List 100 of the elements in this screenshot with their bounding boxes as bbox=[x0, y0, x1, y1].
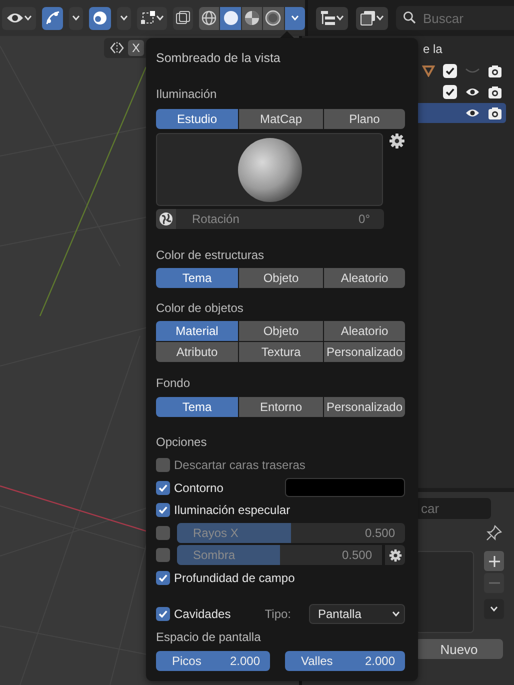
triangle-icon bbox=[422, 65, 435, 77]
caret-icon bbox=[120, 15, 128, 21]
option-label: Descartar caras traseras bbox=[174, 458, 306, 472]
collection-label: e la bbox=[423, 42, 442, 56]
shading-mode-button[interactable] bbox=[198, 6, 220, 30]
studio-light-preview[interactable] bbox=[156, 133, 384, 206]
shading-mode-button[interactable] bbox=[263, 6, 284, 30]
overlapping-squares-icon bbox=[175, 10, 192, 26]
caret-icon bbox=[392, 610, 400, 617]
rotation-slider[interactable]: Rotación 0° bbox=[156, 209, 384, 229]
gear-icon[interactable] bbox=[389, 133, 405, 149]
checkbox[interactable] bbox=[156, 548, 170, 562]
checkbox[interactable] bbox=[156, 526, 170, 540]
option-tab[interactable]: Atributo bbox=[156, 342, 238, 362]
xray-toggle[interactable] bbox=[173, 6, 193, 30]
gear-icon[interactable] bbox=[388, 548, 402, 562]
option-tab[interactable]: Objeto bbox=[239, 321, 323, 341]
eye-icon[interactable] bbox=[465, 108, 480, 118]
type-dropdown[interactable]: Pantalla bbox=[309, 604, 405, 624]
caret-icon bbox=[156, 15, 164, 21]
solid-sphere-icon bbox=[222, 10, 239, 26]
overlay-circles-icon bbox=[92, 10, 108, 26]
outliner-row[interactable] bbox=[415, 103, 506, 123]
number-field[interactable]: Valles 2.000 bbox=[285, 650, 405, 671]
tree-list-icon bbox=[320, 10, 336, 26]
curve-icon bbox=[44, 10, 61, 26]
plus-icon bbox=[488, 556, 500, 566]
section-label: Opciones bbox=[156, 434, 208, 450]
wireframe-sphere-icon bbox=[201, 10, 218, 26]
checkbox[interactable] bbox=[156, 606, 170, 621]
value-slider[interactable]: Rayos X 0.500 bbox=[177, 522, 405, 543]
section-label: Espacio de pantalla bbox=[156, 628, 262, 645]
stacked-images-icon bbox=[360, 10, 376, 26]
type-label: Tipo: bbox=[264, 606, 291, 621]
option-tab[interactable]: Aleatorio bbox=[324, 321, 405, 341]
caret-icon bbox=[336, 15, 344, 21]
caret-icon bbox=[376, 15, 384, 21]
overlay-toggle[interactable] bbox=[89, 6, 111, 30]
option-tab[interactable]: Tema bbox=[156, 268, 238, 288]
display-mode-dropdown[interactable] bbox=[316, 6, 348, 30]
camera-icon[interactable] bbox=[488, 106, 502, 120]
option-tab[interactable]: Material bbox=[156, 321, 238, 341]
search-icon bbox=[403, 11, 416, 24]
world-icon bbox=[158, 211, 174, 227]
filter-dropdown[interactable] bbox=[356, 6, 388, 30]
caret-icon bbox=[490, 606, 498, 612]
mirror-icon[interactable] bbox=[110, 41, 124, 55]
number-field[interactable]: Picos 2.000 bbox=[156, 650, 270, 671]
sphere-icon bbox=[236, 136, 303, 202]
option-tab[interactable]: MatCap bbox=[239, 109, 323, 129]
option-tab[interactable]: Objeto bbox=[239, 268, 323, 288]
gizmo-dropdown[interactable] bbox=[69, 6, 84, 30]
section-label: Color de estructuras bbox=[156, 247, 266, 263]
add-button[interactable] bbox=[484, 551, 504, 571]
popover-title: Sombreado de la vista bbox=[156, 50, 282, 66]
overlay-dropdown[interactable] bbox=[116, 6, 132, 30]
new-button[interactable]: Nuevo bbox=[415, 639, 503, 659]
option-tab[interactable]: Personalizado bbox=[324, 342, 405, 362]
option-tab[interactable]: Tema bbox=[156, 397, 238, 417]
option-label: Contorno bbox=[174, 480, 224, 495]
visibility-dropdown[interactable] bbox=[2, 6, 36, 30]
shading-mode-button[interactable] bbox=[242, 6, 262, 30]
section-label: Iluminación bbox=[156, 86, 218, 102]
rendered-sphere-icon bbox=[265, 10, 282, 26]
shading-mode-button[interactable] bbox=[220, 6, 241, 30]
edit-overlay-dropdown[interactable] bbox=[137, 6, 168, 30]
checkbox[interactable] bbox=[443, 64, 457, 78]
camera-icon[interactable] bbox=[488, 64, 502, 78]
option-label: Profundidad de campo bbox=[174, 570, 295, 585]
shading-dropdown-button[interactable] bbox=[284, 6, 305, 30]
checkbox[interactable] bbox=[156, 458, 170, 472]
checkbox[interactable] bbox=[156, 480, 170, 495]
vertex-square-icon bbox=[140, 10, 156, 26]
material-sphere-icon bbox=[244, 10, 260, 26]
option-tab[interactable]: Personalizado bbox=[324, 397, 405, 417]
option-tab[interactable]: Plano bbox=[324, 109, 405, 129]
search-field[interactable]: car bbox=[415, 498, 491, 519]
axis-toggle[interactable]: X bbox=[128, 40, 144, 56]
section-label: Fondo bbox=[156, 375, 192, 391]
checkbox[interactable] bbox=[443, 85, 457, 99]
checkbox[interactable] bbox=[156, 503, 170, 518]
section-label: Color de objetos bbox=[156, 300, 244, 316]
option-tab[interactable]: Textura bbox=[239, 342, 323, 362]
option-tab[interactable]: Estudio bbox=[156, 109, 238, 129]
menu-dropdown[interactable] bbox=[484, 599, 504, 619]
color-swatch[interactable] bbox=[285, 478, 405, 498]
eye-icon[interactable] bbox=[465, 87, 480, 97]
checkbox[interactable] bbox=[156, 570, 170, 585]
caret-icon bbox=[290, 15, 299, 21]
caret-icon bbox=[72, 15, 80, 21]
search-field[interactable]: Buscar bbox=[396, 6, 514, 30]
pin-icon[interactable] bbox=[486, 525, 502, 541]
option-tab[interactable]: Entorno bbox=[239, 397, 323, 417]
option-label: Iluminación especular bbox=[174, 503, 290, 518]
camera-icon[interactable] bbox=[488, 86, 502, 98]
value-slider[interactable]: Sombra 0.500 bbox=[177, 545, 382, 566]
gizmo-toggle[interactable] bbox=[42, 6, 64, 30]
minus-icon bbox=[488, 582, 500, 584]
option-label: Cavidades bbox=[174, 606, 231, 621]
option-tab[interactable]: Aleatorio bbox=[324, 268, 405, 288]
